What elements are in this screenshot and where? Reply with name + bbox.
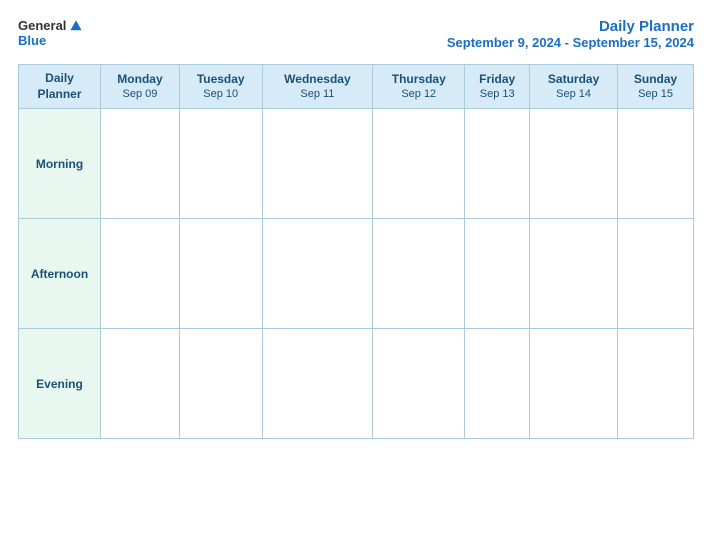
col-header-friday: Friday Sep 13 xyxy=(465,65,530,109)
cell-friday-evening[interactable] xyxy=(465,329,530,439)
row-evening: Evening xyxy=(19,329,694,439)
logo-icon xyxy=(69,19,83,33)
logo-general-text: General xyxy=(18,18,66,33)
col-header-saturday: Saturday Sep 14 xyxy=(530,65,618,109)
cell-thursday-morning[interactable] xyxy=(373,109,465,219)
cell-saturday-morning[interactable] xyxy=(530,109,618,219)
planner-date-range: September 9, 2024 - September 15, 2024 xyxy=(447,35,694,50)
col-header-sunday: Sunday Sep 15 xyxy=(618,65,694,109)
cell-wednesday-evening[interactable] xyxy=(262,329,373,439)
cell-sunday-evening[interactable] xyxy=(618,329,694,439)
cell-monday-morning[interactable] xyxy=(101,109,180,219)
cell-monday-evening[interactable] xyxy=(101,329,180,439)
col-header-label: DailyPlanner xyxy=(19,65,101,109)
cell-wednesday-afternoon[interactable] xyxy=(262,219,373,329)
calendar-table: DailyPlanner Monday Sep 09 Tuesday Sep 1… xyxy=(18,64,694,439)
cell-tuesday-evening[interactable] xyxy=(179,329,262,439)
daily-planner-header: DailyPlanner xyxy=(22,71,97,102)
logo-blue-label: Blue xyxy=(18,33,46,48)
row-morning: Morning xyxy=(19,109,694,219)
col-header-wednesday: Wednesday Sep 11 xyxy=(262,65,373,109)
col-header-thursday: Thursday Sep 12 xyxy=(373,65,465,109)
logo-area: General Blue xyxy=(18,18,83,48)
logo-text: General xyxy=(18,18,83,33)
title-area: Daily Planner September 9, 2024 - Septem… xyxy=(447,18,694,50)
cell-thursday-afternoon[interactable] xyxy=(373,219,465,329)
label-afternoon: Afternoon xyxy=(19,219,101,329)
page: General Blue Daily Planner September 9, … xyxy=(0,0,712,550)
logo-blue-text: Blue xyxy=(18,33,46,48)
cell-monday-afternoon[interactable] xyxy=(101,219,180,329)
cell-sunday-morning[interactable] xyxy=(618,109,694,219)
cell-sunday-afternoon[interactable] xyxy=(618,219,694,329)
header: General Blue Daily Planner September 9, … xyxy=(18,18,694,50)
row-afternoon: Afternoon xyxy=(19,219,694,329)
cell-saturday-evening[interactable] xyxy=(530,329,618,439)
col-header-monday: Monday Sep 09 xyxy=(101,65,180,109)
label-evening: Evening xyxy=(19,329,101,439)
cell-tuesday-morning[interactable] xyxy=(179,109,262,219)
planner-title: Daily Planner xyxy=(447,18,694,35)
cell-tuesday-afternoon[interactable] xyxy=(179,219,262,329)
cell-saturday-afternoon[interactable] xyxy=(530,219,618,329)
header-row: DailyPlanner Monday Sep 09 Tuesday Sep 1… xyxy=(19,65,694,109)
cell-wednesday-morning[interactable] xyxy=(262,109,373,219)
cell-friday-afternoon[interactable] xyxy=(465,219,530,329)
cell-thursday-evening[interactable] xyxy=(373,329,465,439)
label-morning: Morning xyxy=(19,109,101,219)
col-header-tuesday: Tuesday Sep 10 xyxy=(179,65,262,109)
cell-friday-morning[interactable] xyxy=(465,109,530,219)
